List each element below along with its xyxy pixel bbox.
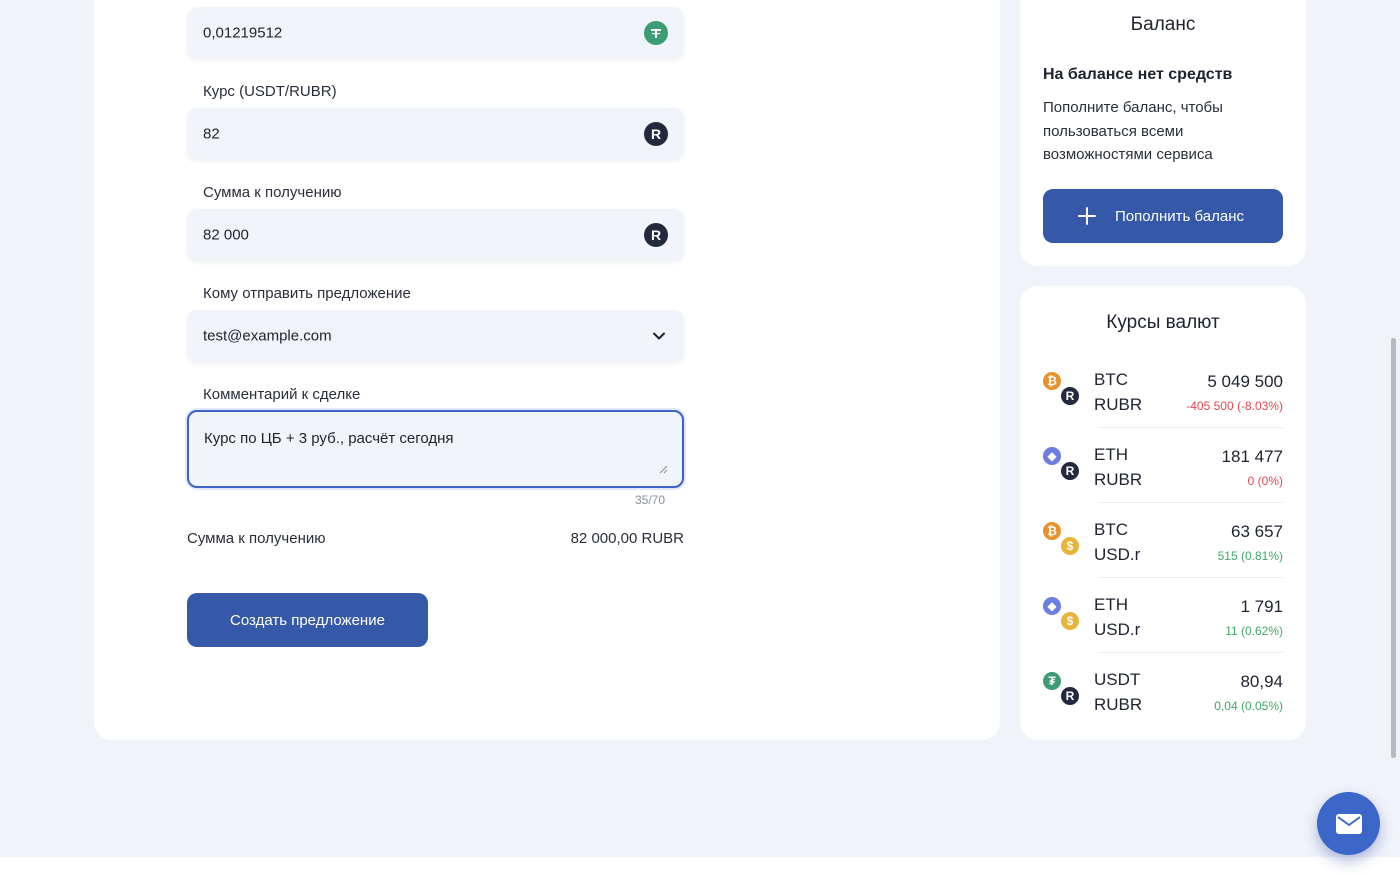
- footer-band: [0, 857, 1400, 875]
- comment-char-counter: 35/70: [635, 493, 666, 507]
- rate-change: 0,04 (0.05%): [1214, 699, 1283, 713]
- receive-value: 82 000: [203, 226, 249, 244]
- rate-quote: RUBR: [1094, 695, 1143, 714]
- mail-chat-button[interactable]: [1317, 792, 1380, 855]
- btc-icon: ₿: [1041, 520, 1063, 542]
- rate-change: 515 (0.81%): [1217, 549, 1283, 563]
- chevron-down-icon[interactable]: [652, 329, 666, 343]
- recipient-select[interactable]: test@example.com: [187, 310, 684, 362]
- recipient-label: Кому отправить предложение: [203, 285, 411, 302]
- rate-value: 82: [203, 125, 220, 143]
- balance-card: Баланс На балансе нет средств Пополните …: [1020, 0, 1306, 266]
- rate-base: ETH: [1094, 445, 1128, 464]
- pair-icon: ₿ $: [1041, 520, 1083, 562]
- rubr-icon: R: [1059, 460, 1081, 482]
- balance-empty-title: На балансе нет средств: [1043, 66, 1233, 83]
- divider: [1099, 502, 1283, 503]
- rate-field[interactable]: 82 R: [187, 108, 684, 160]
- rate-base: USDT: [1094, 670, 1141, 689]
- topup-balance-button[interactable]: Пополнить баланс: [1043, 189, 1283, 243]
- rate-row-usdt-rubr[interactable]: ₮ R USDT RUBR 80,94 0,04 (0.05%): [1041, 658, 1283, 728]
- rate-quote: USD.r: [1094, 545, 1141, 564]
- mail-icon: [1335, 813, 1362, 834]
- rate-quote: USD.r: [1094, 620, 1141, 639]
- rate-price: 63 657: [1231, 522, 1283, 541]
- rate-price: 181 477: [1221, 447, 1283, 466]
- resize-handle-icon[interactable]: [658, 464, 668, 474]
- rate-row-eth-rubr[interactable]: ◆ R ETH RUBR 181 477 0 (0%): [1041, 433, 1283, 503]
- divider: [1099, 427, 1283, 428]
- comment-value: Курс по ЦБ + 3 руб., расчёт сегодня: [204, 430, 454, 447]
- pair-icon: ₮ R: [1041, 670, 1083, 712]
- receive-amount-field[interactable]: 82 000 R: [187, 209, 684, 261]
- usdt-icon: [644, 21, 668, 45]
- rate-label: Курс (USDT/RUBR): [203, 83, 337, 100]
- rate-base: ETH: [1094, 595, 1128, 614]
- rate-price: 80,94: [1240, 672, 1283, 691]
- topup-button-label: Пополнить баланс: [1115, 207, 1244, 225]
- rate-row-eth-usdr[interactable]: ◆ $ ETH USD.r 1 791 11 (0.62%): [1041, 583, 1283, 653]
- rates-title: Курсы валют: [1106, 312, 1220, 333]
- receive-label: Сумма к получению: [203, 184, 342, 201]
- pair-icon: ₿ R: [1041, 370, 1083, 412]
- usdr-icon: $: [1059, 535, 1081, 557]
- divider: [1099, 652, 1283, 653]
- btc-icon: ₿: [1041, 370, 1063, 392]
- rate-row-btc-usdr[interactable]: ₿ $ BTC USD.r 63 657 515 (0.81%): [1041, 508, 1283, 578]
- rubr-icon: R: [1059, 685, 1081, 707]
- divider: [1099, 577, 1283, 578]
- create-offer-button[interactable]: Создать предложение: [187, 593, 428, 647]
- usdt-icon: ₮: [1041, 670, 1063, 692]
- amount-value: 0,01219512: [203, 24, 283, 42]
- usdr-icon: $: [1059, 610, 1081, 632]
- comment-label: Комментарий к сделке: [203, 386, 361, 403]
- page-scrollbar[interactable]: [1391, 338, 1396, 758]
- rate-quote: RUBR: [1094, 395, 1143, 414]
- currency-rates-card: Курсы валют ₿ R BTC RUBR 5 049 500 -405 …: [1020, 286, 1306, 740]
- plus-icon: [1078, 207, 1096, 225]
- rate-quote: RUBR: [1094, 470, 1143, 489]
- summary-label: Сумма к получению: [187, 530, 326, 547]
- pair-icon: ◆ R: [1041, 445, 1083, 487]
- recipient-value: test@example.com: [203, 327, 332, 345]
- comment-textarea[interactable]: Курс по ЦБ + 3 руб., расчёт сегодня: [187, 410, 684, 488]
- pair-icon: ◆ $: [1041, 595, 1083, 637]
- rate-base: BTC: [1094, 520, 1128, 539]
- eth-icon: ◆: [1041, 445, 1063, 467]
- rate-change: -405 500 (-8.03%): [1186, 399, 1283, 413]
- rate-change: 0 (0%): [1247, 474, 1283, 488]
- rate-base: BTC: [1094, 370, 1128, 389]
- rubr-icon: R: [644, 122, 668, 146]
- rubr-icon: R: [1059, 385, 1081, 407]
- balance-title: Баланс: [1130, 14, 1196, 35]
- rate-change: 11 (0.62%): [1225, 624, 1283, 638]
- rubr-icon: R: [644, 223, 668, 247]
- rate-row-btc-rubr[interactable]: ₿ R BTC RUBR 5 049 500 -405 500 (-8.03%): [1041, 358, 1283, 428]
- eth-icon: ◆: [1041, 595, 1063, 617]
- balance-description: Пополните баланс, чтобы пользоваться все…: [1043, 99, 1223, 163]
- rate-price: 5 049 500: [1207, 372, 1283, 391]
- summary-value: 82 000,00 RUBR: [570, 530, 684, 547]
- rate-price: 1 791: [1240, 597, 1283, 616]
- amount-field[interactable]: 0,01219512: [187, 7, 684, 59]
